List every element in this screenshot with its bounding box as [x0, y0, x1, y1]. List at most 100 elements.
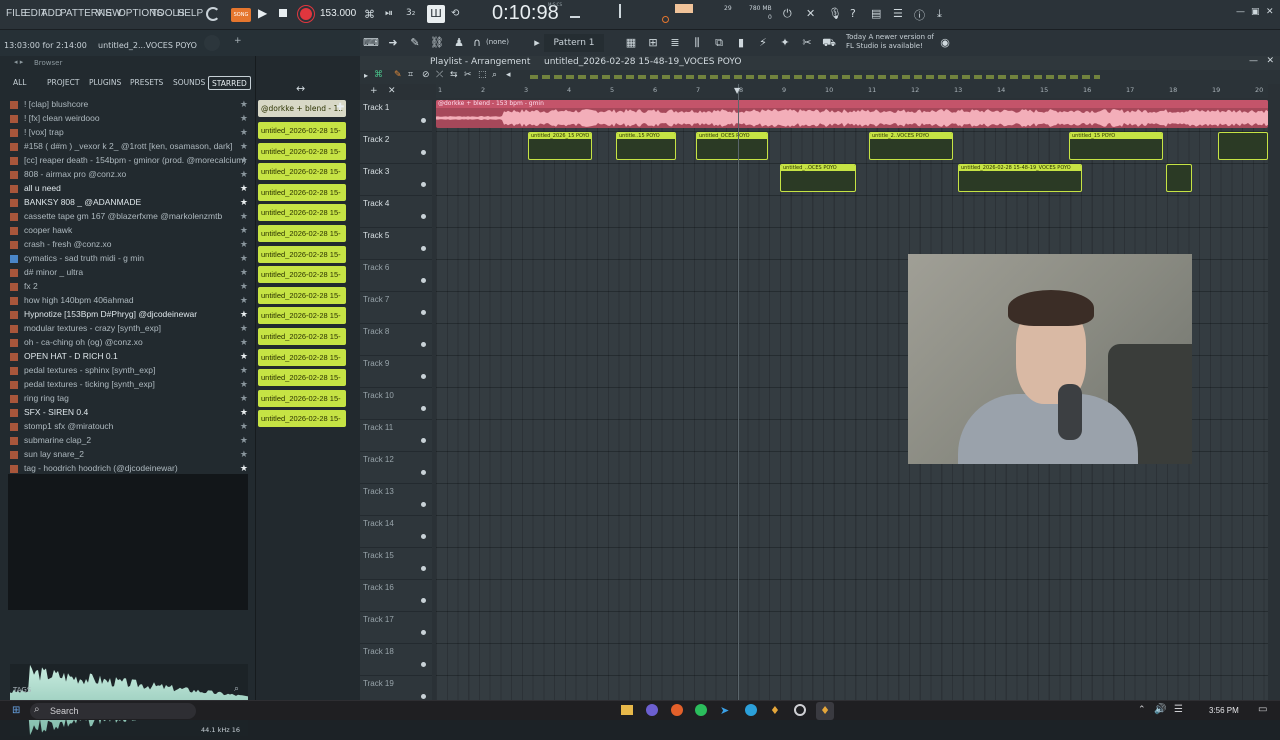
browser-item[interactable]: fx 2 ★	[10, 281, 248, 295]
star-icon[interactable]: ★	[240, 197, 248, 208]
browser-item[interactable]: modular textures - crazy [synth_exp] ★	[10, 323, 248, 337]
help-icon[interactable]: ?	[850, 7, 856, 20]
pattern-item[interactable]: untitled_2026-02-28 15-	[258, 389, 346, 407]
clip-track2-b[interactable]: untitle..15 POYO	[616, 132, 676, 160]
pitch-knob[interactable]: +	[234, 36, 242, 46]
track-mute-indicator[interactable]	[421, 502, 426, 507]
cut-icon[interactable]: ✂	[798, 34, 816, 52]
channel-rack-icon[interactable]: ≣	[666, 34, 684, 52]
track-mute-indicator[interactable]	[421, 278, 426, 283]
star-icon[interactable]: ★	[240, 365, 248, 376]
menu-add[interactable]: ADD	[41, 8, 62, 19]
browser-item[interactable]: BANKSY 808 _ @ADANMADE ★	[10, 197, 248, 211]
ruler-bar-number[interactable]: 14	[997, 86, 1005, 94]
browser-item[interactable]: ! [vox] trap ★	[10, 127, 248, 141]
tab-starred[interactable]: STARRED	[208, 76, 251, 90]
tempo-display[interactable]: 153.000	[320, 8, 356, 19]
browser-item[interactable]: stomp1 sfx @miratouch ★	[10, 421, 248, 435]
track-mute-indicator[interactable]	[421, 214, 426, 219]
master-pitch-indicator[interactable]	[570, 16, 580, 18]
star-icon[interactable]: ★	[240, 351, 248, 362]
add-pattern-icon[interactable]: ✚	[336, 102, 344, 113]
taskbar-search-box[interactable]: ⌕ Search	[30, 703, 196, 719]
track-header[interactable]: Track 11	[360, 420, 432, 452]
star-icon[interactable]: ★	[240, 141, 248, 152]
play-icon[interactable]: ▶	[258, 6, 267, 20]
star-icon[interactable]: ★	[240, 169, 248, 180]
track-mute-indicator[interactable]	[421, 150, 426, 155]
browser-item[interactable]: SFX - SIREN 0.4 ★	[10, 407, 248, 421]
star-icon[interactable]: ★	[240, 463, 248, 474]
pattern-item[interactable]: untitled_2026-02-28 15-	[258, 266, 346, 284]
star-icon[interactable]: ★	[240, 449, 248, 460]
browser-item[interactable]: crash - fresh @conz.xo ★	[10, 239, 248, 253]
ruler-bar-number[interactable]: 13	[954, 86, 962, 94]
discord-icon[interactable]	[646, 704, 658, 716]
clip-track2-e[interactable]: untitled_15 POYO	[1069, 132, 1163, 160]
track-header[interactable]: Track 17	[360, 612, 432, 644]
pattern-selector[interactable]: Pattern 1	[544, 34, 604, 52]
close-plugins-icon[interactable]: ✕	[806, 7, 815, 20]
track-header[interactable]: Track 2	[360, 132, 432, 164]
ruler-bar-number[interactable]: 4	[567, 86, 571, 94]
track-header[interactable]: Track 15	[360, 548, 432, 580]
picker-resize-icon[interactable]: ↔	[296, 82, 305, 95]
pattern-item[interactable]: untitled_2026-02-28 15-	[258, 204, 346, 222]
playlist-zoom-icon[interactable]: ⌕	[492, 70, 497, 80]
star-icon[interactable]: ★	[240, 113, 248, 124]
stop-icon[interactable]	[279, 9, 287, 17]
track-header[interactable]: Track 14	[360, 516, 432, 548]
pattern-item[interactable]: untitled_2026-02-28 15-	[258, 328, 346, 345]
track-header[interactable]: Track 9	[360, 356, 432, 388]
clip-track3-b[interactable]: untitled_2026-02-28 15-48-19_VOCES POYO	[958, 164, 1082, 192]
track-mute-indicator[interactable]	[421, 694, 426, 699]
track-mute-indicator[interactable]	[421, 310, 426, 315]
star-icon[interactable]: ★	[240, 99, 248, 110]
playlist-paint-icon[interactable]: ⌗	[408, 70, 413, 80]
tempo-tapper-icon[interactable]: ✦	[776, 34, 794, 52]
playlist-mute-icon[interactable]: ⤫	[436, 70, 443, 80]
track-header[interactable]: Track 1	[360, 100, 432, 132]
browser-item[interactable]: all u need ★	[10, 183, 248, 197]
playlist-overview-strip[interactable]	[530, 75, 1100, 79]
playhead-line[interactable]	[738, 84, 739, 700]
obs-icon[interactable]	[794, 704, 806, 716]
track-header[interactable]: Track 6	[360, 260, 432, 292]
star-icon[interactable]: ★	[240, 225, 248, 236]
song-mode-button[interactable]: SONG	[231, 8, 251, 22]
stamp-icon[interactable]: ♟	[450, 34, 468, 52]
playlist-minimize-icon[interactable]: —	[1249, 56, 1258, 66]
track-header[interactable]: Track 18	[360, 644, 432, 676]
spotify-icon[interactable]	[695, 704, 707, 716]
browser-item[interactable]: pedal textures - sphinx [synth_exp] ★	[10, 365, 248, 379]
snap-select[interactable]: (none)	[486, 38, 509, 46]
playlist-snap-icon[interactable]: ⌘	[374, 70, 383, 80]
clip-track3-c[interactable]	[1166, 164, 1192, 192]
telegram-icon[interactable]: ➤	[720, 704, 729, 717]
track-header[interactable]: Track 7	[360, 292, 432, 324]
power-icon[interactable]: ⏻	[783, 7, 792, 21]
track-mute-indicator[interactable]	[421, 598, 426, 603]
star-icon[interactable]: ★	[240, 323, 248, 334]
network-icon[interactable]: ☰	[1174, 704, 1183, 715]
tray-chevron-icon[interactable]: ⌃	[1138, 705, 1146, 715]
edge-icon[interactable]	[745, 704, 757, 716]
volume-icon[interactable]: 🔊	[1154, 704, 1166, 715]
star-icon[interactable]: ★	[240, 211, 248, 222]
clip-track2-a[interactable]: untitled_2026_15 POYO	[528, 132, 592, 160]
track-header[interactable]: Track 5	[360, 228, 432, 260]
track-header[interactable]: Track 13	[360, 484, 432, 516]
pattern-item[interactable]: untitled_2026-02-28 15-	[258, 142, 346, 160]
clip-track3-a[interactable]: untitled_..OCES POYO	[780, 164, 856, 192]
playlist-draw-icon[interactable]: ✎	[394, 70, 402, 80]
ruler-bar-number[interactable]: 6	[653, 86, 657, 94]
pencil-icon[interactable]: ✎	[406, 34, 424, 52]
add-track-icon[interactable]: +	[370, 86, 378, 96]
pattern-item[interactable]: untitled_2026-02-28 15-	[258, 286, 346, 304]
ruler-bar-number[interactable]: 18	[1169, 86, 1177, 94]
browser-item[interactable]: submarine clap_2 ★	[10, 435, 248, 449]
playlist-icon[interactable]: ▦	[622, 34, 640, 52]
track-header[interactable]: Track 8	[360, 324, 432, 356]
browser-item[interactable]: Hypnotize [153Bpm D#Phryg] @djcodeinewar…	[10, 309, 248, 323]
microphone-icon[interactable]: 🎙	[828, 7, 842, 20]
